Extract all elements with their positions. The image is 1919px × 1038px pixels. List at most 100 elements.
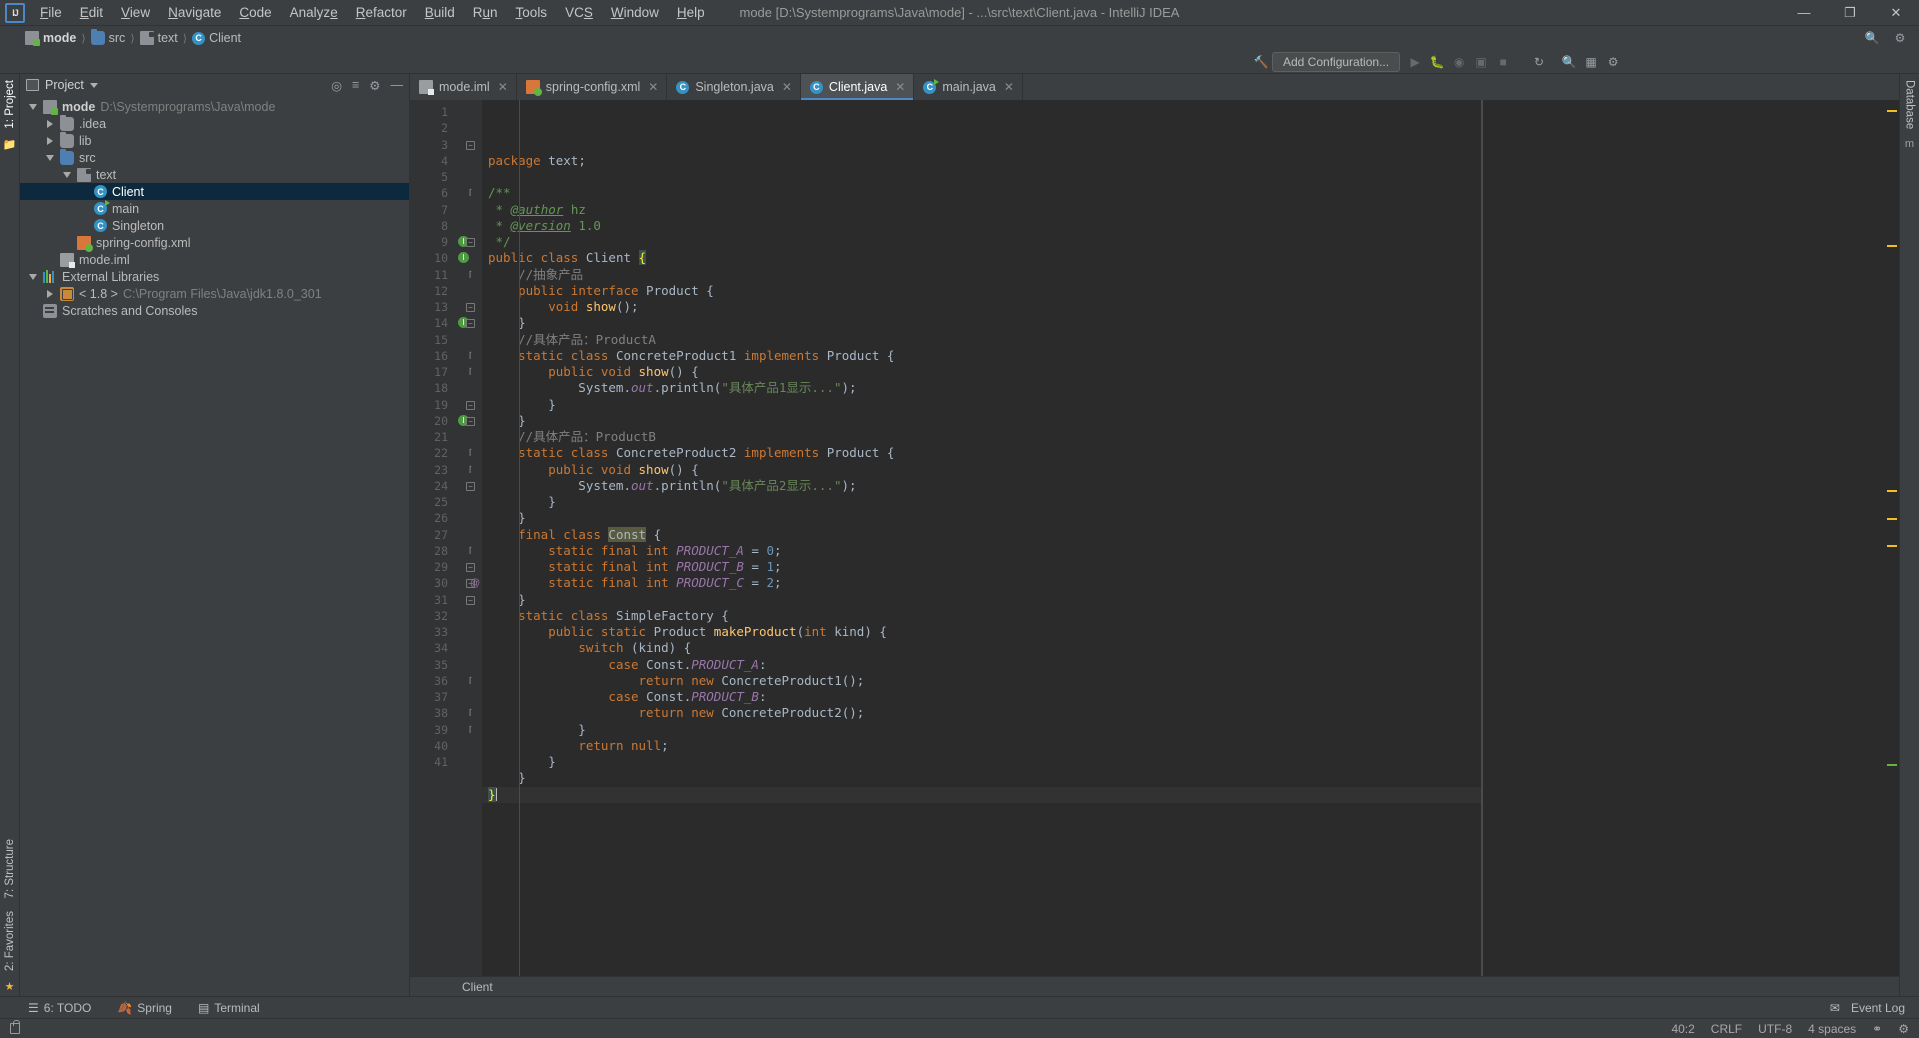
menu-file[interactable]: File xyxy=(31,2,71,23)
code-line[interactable]: } xyxy=(482,413,1481,429)
close-tab-icon[interactable]: ✕ xyxy=(648,80,658,94)
stop-icon[interactable]: ■ xyxy=(1492,52,1514,72)
gutter-row[interactable]: ⌈ xyxy=(456,722,482,738)
code-line[interactable]: //抽象产品 xyxy=(482,267,1481,283)
search-everywhere-icon[interactable]: 🔍 xyxy=(1558,52,1580,72)
ok-marker[interactable] xyxy=(1887,764,1897,766)
add-configuration-button[interactable]: Add Configuration... xyxy=(1272,51,1401,72)
gutter-row[interactable] xyxy=(456,218,482,234)
code-line[interactable]: return new ConcreteProduct2(); xyxy=(482,705,1481,721)
code-fold-icon[interactable]: ⌈ xyxy=(466,676,475,686)
menu-edit[interactable]: Edit xyxy=(71,2,112,23)
code-line[interactable]: static class ConcreteProduct2 implements… xyxy=(482,445,1481,461)
code-line[interactable]: static final int PRODUCT_C = 2; xyxy=(482,575,1481,591)
code-line[interactable]: } xyxy=(482,722,1481,738)
code-line[interactable]: * @author hz xyxy=(482,202,1481,218)
event-log-button[interactable]: Event Log xyxy=(1847,1000,1909,1016)
code-fold-icon[interactable]: − xyxy=(466,481,475,491)
annotation-icon[interactable]: @ xyxy=(470,578,480,589)
chevron-down-icon[interactable] xyxy=(89,82,98,88)
debug-icon[interactable]: 🐛 xyxy=(1426,52,1448,72)
settings-gear-icon[interactable]: ⚙ xyxy=(1602,52,1624,72)
build-hammer-icon[interactable]: 🔨 xyxy=(1250,52,1272,72)
editor-tab-bar[interactable]: mode.iml ✕ spring-config.xml ✕ C Singleton.ja… xyxy=(410,74,1899,100)
code-line[interactable]: return null; xyxy=(482,738,1481,754)
code-line[interactable]: } xyxy=(482,770,1481,786)
run-with-coverage-icon[interactable]: ◉ xyxy=(1448,52,1470,72)
gutter-row[interactable]: − xyxy=(456,397,482,413)
gutter-row[interactable] xyxy=(456,624,482,640)
gutter-row[interactable]: I xyxy=(456,250,482,266)
settings-gear-icon[interactable]: ⚙ xyxy=(369,78,380,93)
warning-marker[interactable] xyxy=(1887,245,1897,247)
warning-marker[interactable] xyxy=(1887,518,1897,520)
code-line[interactable]: /** xyxy=(482,185,1481,201)
tree-item-scratches-and-consoles[interactable]: Scratches and Consoles xyxy=(20,302,409,319)
line-separator[interactable]: CRLF xyxy=(1711,1022,1742,1036)
code-line[interactable]: public void show() { xyxy=(482,364,1481,380)
rail-folder-icon[interactable]: 📁 xyxy=(3,135,17,154)
tree-item-client[interactable]: C Client xyxy=(20,183,409,200)
gutter-row[interactable] xyxy=(456,380,482,396)
memory-indicator-icon[interactable]: ⚙ xyxy=(1898,1022,1909,1036)
editor-tab-spring-config-xml[interactable]: spring-config.xml ✕ xyxy=(517,74,668,100)
gutter-row[interactable]: ⌈ xyxy=(456,673,482,689)
menu-view[interactable]: View xyxy=(112,2,159,23)
code-line[interactable]: public static Product makeProduct(int ki… xyxy=(482,624,1481,640)
menu-help[interactable]: Help xyxy=(668,2,714,23)
rail-project-button[interactable]: 1: Project xyxy=(4,74,16,135)
gutter-row[interactable]: ⌈ xyxy=(456,445,482,461)
code-line[interactable]: System.out.println("具体产品1显示..."); xyxy=(482,380,1481,396)
close-button[interactable]: ✕ xyxy=(1873,0,1919,26)
code-line[interactable]: switch (kind) { xyxy=(482,640,1481,656)
code-fold-icon[interactable]: ⌈ xyxy=(466,270,475,280)
code-line[interactable]: * @version 1.0 xyxy=(482,218,1481,234)
gutter-row[interactable]: − xyxy=(456,592,482,608)
code-fold-icon[interactable]: ⌈ xyxy=(466,449,475,459)
project-tree[interactable]: mode D:\Systemprograms\Java\mode .idea lib… xyxy=(20,96,409,996)
code-fold-icon[interactable]: ⌈ xyxy=(466,709,475,719)
caret-position[interactable]: 40:2 xyxy=(1671,1022,1694,1036)
tree-expander[interactable] xyxy=(62,171,72,178)
hide-panel-icon[interactable]: — xyxy=(391,78,404,92)
menu-build[interactable]: Build xyxy=(416,2,464,23)
code-fold-icon[interactable]: ⌈ xyxy=(466,465,475,475)
gutter-row[interactable]: ⌈ xyxy=(456,705,482,721)
implemented-method-icon[interactable]: I xyxy=(458,252,469,264)
code-line[interactable]: static final int PRODUCT_A = 0; xyxy=(482,543,1481,559)
tool-button-terminal[interactable]: ▤ Terminal xyxy=(194,1000,264,1016)
project-structure-icon[interactable]: ▦ xyxy=(1580,52,1602,72)
editor-tab-main-java[interactable]: Cmain.java ✕ xyxy=(914,74,1023,100)
code-fold-icon[interactable]: ⌈ xyxy=(466,351,475,361)
code-line[interactable]: } xyxy=(482,315,1481,331)
maximize-button[interactable]: ❐ xyxy=(1827,0,1873,26)
tree-item-1-8[interactable]: < 1.8 > C:\Program Files\Java\jdk1.8.0_3… xyxy=(20,285,409,302)
menu-tools[interactable]: Tools xyxy=(507,2,557,23)
tool-button-spring[interactable]: 🍂 Spring xyxy=(113,1000,176,1016)
code-fold-icon[interactable]: ⌈ xyxy=(466,189,475,199)
tree-item-singleton[interactable]: C Singleton xyxy=(20,217,409,234)
gutter-row[interactable] xyxy=(456,120,482,136)
breadcrumb-client[interactable]: C Client xyxy=(189,30,244,46)
editor-breadcrumb-strip[interactable]: Client xyxy=(410,976,1899,996)
gutter-row[interactable]: I − xyxy=(456,315,482,331)
gutter-row[interactable] xyxy=(456,169,482,185)
menu-run[interactable]: Run xyxy=(464,2,507,23)
menu-code[interactable]: Code xyxy=(230,2,280,23)
code-line[interactable]: public class Client { xyxy=(482,250,1481,266)
rail-favorites-button[interactable]: 2: Favorites xyxy=(4,905,16,977)
update-project-icon[interactable]: ↻ xyxy=(1528,52,1550,72)
minimize-button[interactable]: — xyxy=(1781,0,1827,26)
code-line[interactable] xyxy=(482,169,1481,185)
code-line[interactable] xyxy=(482,803,1481,819)
code-fold-icon[interactable]: − xyxy=(466,238,475,247)
gutter-row[interactable]: ⌈ xyxy=(456,462,482,478)
gutter-row[interactable] xyxy=(456,527,482,543)
tree-item-mode-iml[interactable]: mode.iml xyxy=(20,251,409,268)
tool-button-todo[interactable]: ☰ 6: TODO xyxy=(24,1000,95,1016)
tree-item-idea[interactable]: .idea xyxy=(20,114,409,132)
tree-item-external-libraries[interactable]: External Libraries xyxy=(20,268,409,285)
warning-marker[interactable] xyxy=(1887,545,1897,547)
code-line[interactable]: public interface Product { xyxy=(482,283,1481,299)
gutter-row[interactable] xyxy=(456,283,482,299)
